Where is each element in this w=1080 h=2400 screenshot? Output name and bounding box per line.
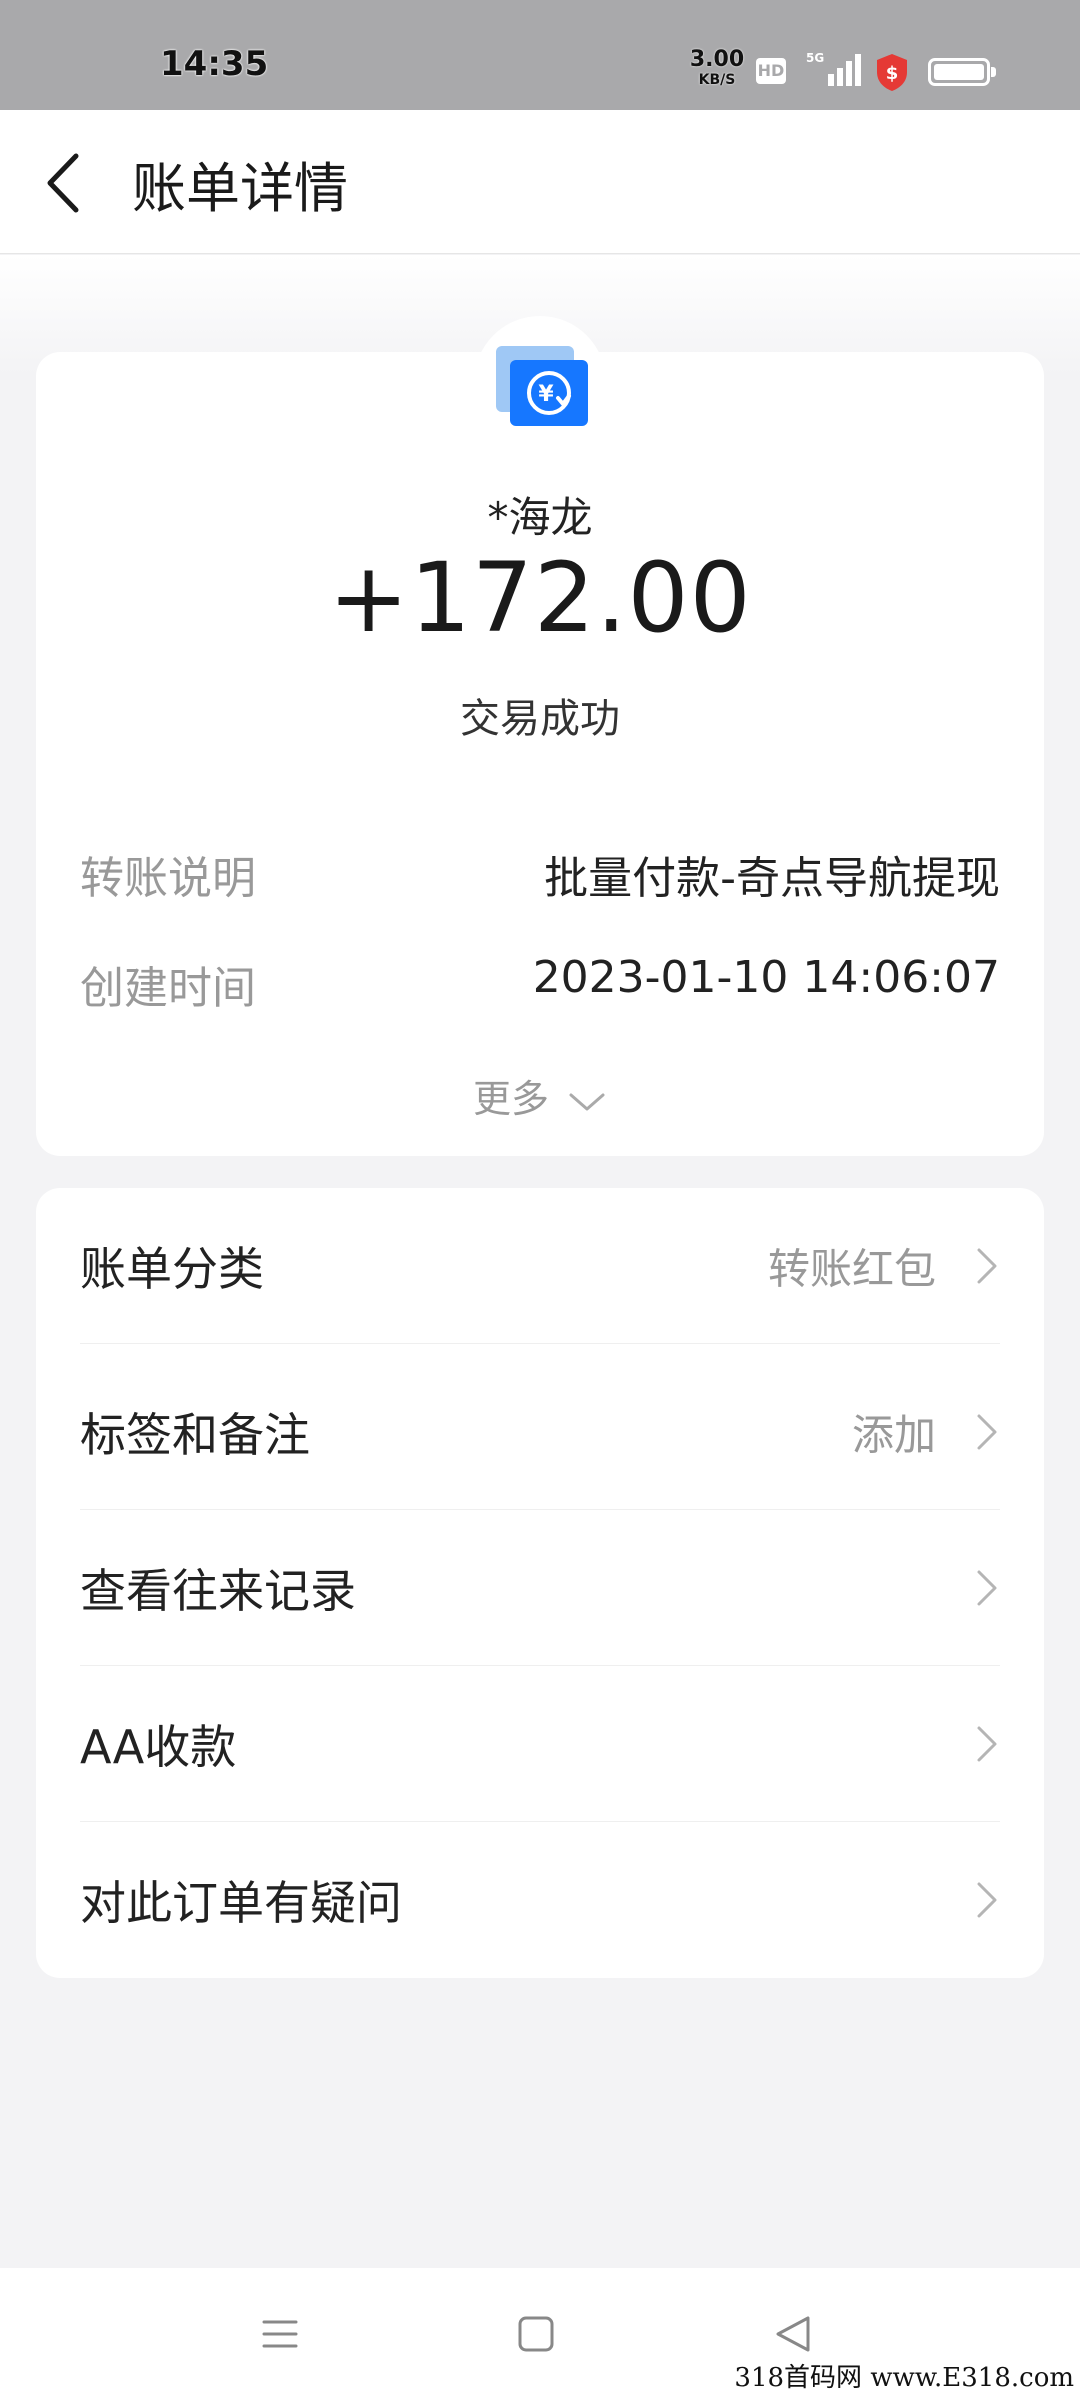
svg-text:¥: ¥ xyxy=(538,382,554,407)
menu-item-label: AA收款 xyxy=(80,1719,237,1774)
payee-name: *海龙 xyxy=(487,493,593,542)
chevron-right-icon xyxy=(977,1414,997,1449)
menu-icon[interactable] xyxy=(256,2310,304,2358)
menu-item-value: 转账红包 xyxy=(767,1244,936,1293)
menu-item-value: 添加 xyxy=(851,1410,936,1459)
back-icon[interactable] xyxy=(40,150,90,216)
more-label: 更多 xyxy=(472,1077,549,1121)
detail-label: 转账说明 xyxy=(80,853,256,904)
detail-value: 批量付款-奇点导航提现 xyxy=(544,853,1000,904)
menu-item-aa-collect[interactable]: AA收款 xyxy=(80,1666,1000,1822)
menu-item-label: 标签和备注 xyxy=(80,1407,310,1462)
avatar: ¥ xyxy=(474,316,606,448)
chevron-right-icon xyxy=(977,1726,997,1761)
transfer-red-packet-icon: ¥ xyxy=(496,346,588,426)
status-bar: 14:35 3.00 KB/S HD 5G $ xyxy=(0,0,1080,110)
network-speed-unit: KB/S xyxy=(698,72,736,88)
detail-label: 创建时间 xyxy=(80,963,256,1014)
more-button[interactable]: 更多 xyxy=(36,1068,1044,1123)
network-speed-value: 3.00 xyxy=(689,47,745,72)
menu-item-label: 对此订单有疑问 xyxy=(80,1876,402,1930)
chevron-right-icon xyxy=(977,1248,997,1283)
network-speed: 3.00 KB/S xyxy=(688,47,746,90)
home-square-icon[interactable] xyxy=(512,2310,560,2358)
chevron-right-icon xyxy=(977,1570,997,1605)
svg-text:$: $ xyxy=(886,63,899,84)
summary-card: *海龙 +172.00 交易成功 转账说明 批量付款-奇点导航提现 创建时间 2… xyxy=(36,352,1044,1156)
app-header: 账单详情 xyxy=(0,110,1080,254)
actions-card: 账单分类 转账红包 标签和备注 添加 查看往来记录 AA收款 对此订单有疑问 xyxy=(36,1188,1044,1978)
menu-item-bill-category[interactable]: 账单分类 转账红包 xyxy=(80,1188,1000,1344)
page-title: 账单详情 xyxy=(132,157,348,220)
transaction-status: 交易成功 xyxy=(460,696,620,742)
detail-value: 2023-01-10 14:06:07 xyxy=(532,952,1000,1003)
chevron-right-icon xyxy=(977,1882,997,1918)
menu-item-label: 账单分类 xyxy=(80,1241,264,1296)
menu-item-order-question[interactable]: 对此订单有疑问 xyxy=(80,1822,1000,1978)
detail-row-description: 转账说明 批量付款-奇点导航提现 xyxy=(80,842,1000,904)
detail-row-created-time: 创建时间 2023-01-10 14:06:07 xyxy=(80,952,1000,1014)
menu-item-history[interactable]: 查看往来记录 xyxy=(80,1510,1000,1666)
watermark-text: 318首码网 www.E318.com xyxy=(734,2363,1074,2393)
chevron-down-icon xyxy=(569,1093,605,1110)
network-type-label: 5G xyxy=(806,51,824,65)
hd-icon: HD xyxy=(756,58,786,84)
back-triangle-icon[interactable] xyxy=(770,2310,818,2358)
battery-icon xyxy=(928,58,996,86)
security-shield-icon: $ xyxy=(877,54,907,91)
menu-item-label: 查看往来记录 xyxy=(80,1563,356,1618)
menu-item-tags-notes[interactable]: 标签和备注 添加 xyxy=(80,1354,1000,1510)
signal-5g-icon: 5G xyxy=(806,51,861,86)
transaction-amount: +172.00 xyxy=(328,542,752,654)
status-time: 14:35 xyxy=(160,44,269,84)
